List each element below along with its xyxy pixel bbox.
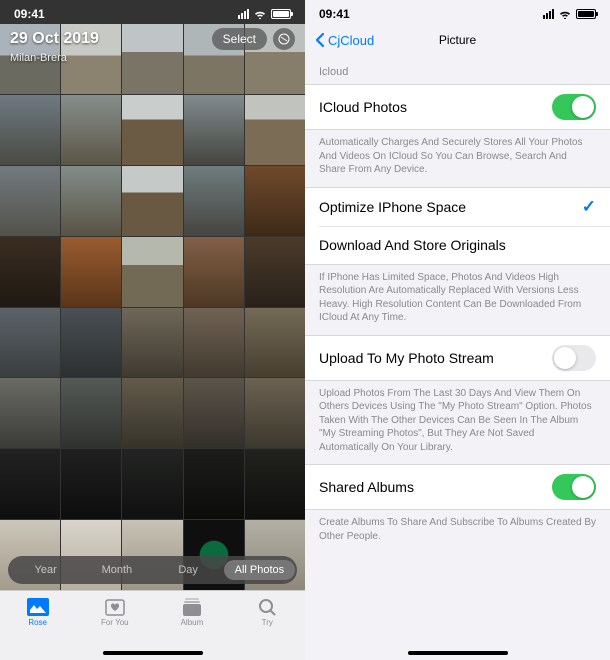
photo-stream-switch[interactable] <box>552 345 596 371</box>
status-time: 09:41 <box>14 7 45 21</box>
photos-location: Milan-Brera <box>10 52 295 64</box>
status-bar: 09:41 <box>0 0 305 28</box>
albums-icon <box>180 597 204 616</box>
photos-grid[interactable] <box>0 24 305 590</box>
photo-thumbnail[interactable] <box>245 308 305 378</box>
icloud-photos-label: ICloud Photos <box>319 99 407 115</box>
nav-title: Picture <box>439 33 476 47</box>
photo-thumbnail[interactable] <box>122 166 182 236</box>
cellular-icon <box>543 9 554 19</box>
photo-stream-desc: Upload Photos From The Last 30 Days And … <box>305 381 610 465</box>
shared-albums-desc: Create Albums To Share And Subscribe To … <box>305 510 610 553</box>
heart-card-icon <box>103 597 127 616</box>
photo-thumbnail[interactable] <box>0 308 60 378</box>
settings-photos-screen: 09:41 CjCloud Picture Icloud ICloud Phot… <box>305 0 610 660</box>
photos-date: 29 Oct 2019 <box>10 30 99 48</box>
segment-month[interactable]: Month <box>81 560 152 580</box>
photo-stream-label: Upload To My Photo Stream <box>319 350 494 366</box>
photo-thumbnail[interactable] <box>184 378 244 448</box>
photo-thumbnail[interactable] <box>245 449 305 519</box>
settings-list[interactable]: Icloud ICloud Photos Automatically Charg… <box>305 52 610 660</box>
status-bar: 09:41 <box>305 0 610 28</box>
cellular-icon <box>238 9 249 19</box>
shared-albums-label: Shared Albums <box>319 479 414 495</box>
photo-thumbnail[interactable] <box>0 95 60 165</box>
nav-bar: CjCloud Picture <box>305 28 610 52</box>
back-button[interactable]: CjCloud <box>315 32 374 48</box>
checkmark-icon: ✓ <box>582 197 596 217</box>
photo-thumbnail[interactable] <box>245 166 305 236</box>
photo-thumbnail[interactable] <box>0 378 60 448</box>
photos-header: 29 Oct 2019 Select Milan-Brera <box>10 28 295 64</box>
shared-albums-row[interactable]: Shared Albums <box>305 465 610 509</box>
icloud-photos-desc: Automatically Charges And Securely Store… <box>305 130 610 187</box>
shared-albums-switch[interactable] <box>552 474 596 500</box>
photo-thumbnail[interactable] <box>61 237 121 307</box>
optimize-storage-row[interactable]: Optimize IPhone Space ✓ <box>305 188 610 226</box>
segment-all[interactable]: All Photos <box>224 560 295 580</box>
tab-library[interactable]: Rose <box>26 597 50 660</box>
photo-thumbnail[interactable] <box>184 95 244 165</box>
battery-icon <box>271 9 291 19</box>
download-label: Download And Store Originals <box>319 237 506 253</box>
battery-icon <box>576 9 596 19</box>
photo-thumbnail[interactable] <box>245 95 305 165</box>
photo-thumbnail[interactable] <box>122 95 182 165</box>
optimize-label: Optimize IPhone Space <box>319 199 466 215</box>
segment-year[interactable]: Year <box>10 560 81 580</box>
photo-thumbnail[interactable] <box>0 449 60 519</box>
storage-desc: If IPhone Has Limited Space, Photos And … <box>305 265 610 335</box>
photo-thumbnail[interactable] <box>61 449 121 519</box>
home-indicator[interactable] <box>103 651 203 655</box>
photo-thumbnail[interactable] <box>184 308 244 378</box>
icloud-photos-switch[interactable] <box>552 94 596 120</box>
library-icon <box>26 597 50 616</box>
ellipsis-icon <box>278 33 290 45</box>
photo-thumbnail[interactable] <box>61 166 121 236</box>
photo-thumbnail[interactable] <box>61 378 121 448</box>
photo-thumbnail[interactable] <box>245 237 305 307</box>
photo-thumbnail[interactable] <box>0 237 60 307</box>
wifi-icon <box>253 9 267 19</box>
icloud-photos-row[interactable]: ICloud Photos <box>305 85 610 129</box>
photos-tabbar: Rose For You Album Try <box>0 590 305 660</box>
photo-thumbnail[interactable] <box>184 449 244 519</box>
segment-day[interactable]: Day <box>153 560 224 580</box>
tab-search[interactable]: Try <box>255 597 279 660</box>
photo-thumbnail[interactable] <box>184 237 244 307</box>
photo-thumbnail[interactable] <box>122 308 182 378</box>
status-time: 09:41 <box>319 7 350 21</box>
download-originals-row[interactable]: Download And Store Originals <box>319 226 610 264</box>
photo-thumbnail[interactable] <box>122 378 182 448</box>
photos-app-screen: 09:41 29 Oct 2019 Select Milan-Brera <box>0 0 305 660</box>
photo-stream-row[interactable]: Upload To My Photo Stream <box>305 336 610 380</box>
chevron-left-icon <box>315 32 325 48</box>
select-button[interactable]: Select <box>212 28 267 50</box>
photo-thumbnail[interactable] <box>122 237 182 307</box>
photo-thumbnail[interactable] <box>122 449 182 519</box>
photo-thumbnail[interactable] <box>61 308 121 378</box>
section-header-icloud: Icloud <box>305 52 610 84</box>
photo-thumbnail[interactable] <box>61 95 121 165</box>
time-range-segmented[interactable]: Year Month Day All Photos <box>8 556 297 584</box>
photo-thumbnail[interactable] <box>184 166 244 236</box>
photo-thumbnail[interactable] <box>0 166 60 236</box>
home-indicator[interactable] <box>408 651 508 655</box>
wifi-icon <box>558 9 572 19</box>
more-button[interactable] <box>273 28 295 50</box>
search-icon <box>255 597 279 616</box>
photo-thumbnail[interactable] <box>245 378 305 448</box>
